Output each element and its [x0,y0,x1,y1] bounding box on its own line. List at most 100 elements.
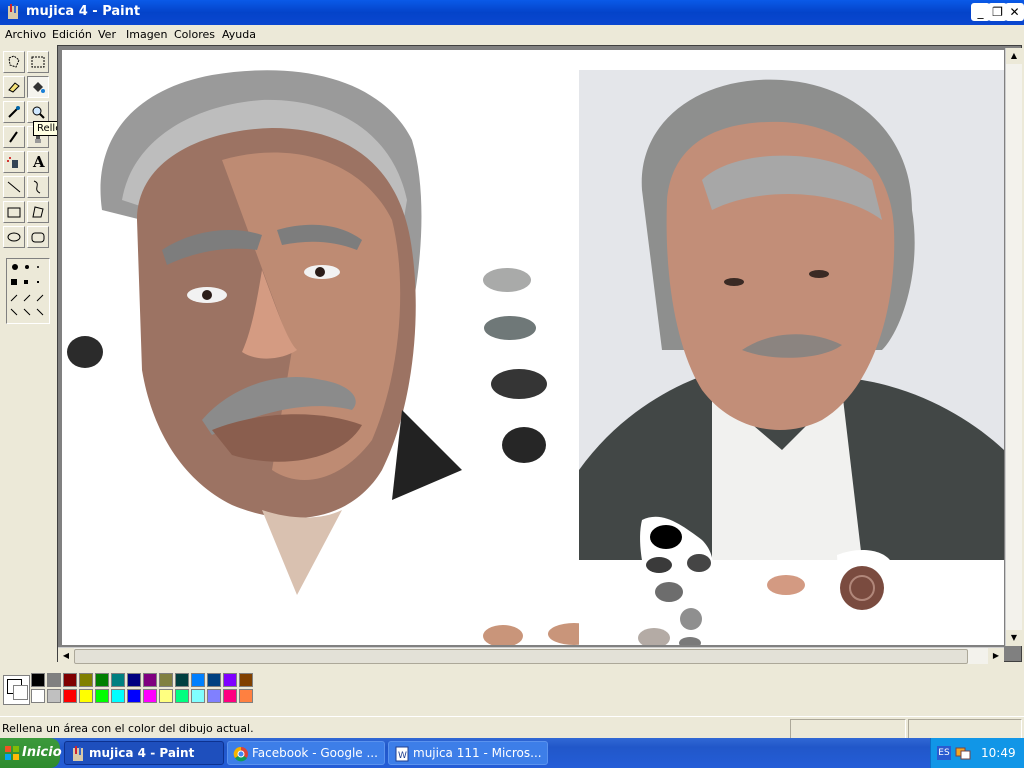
scroll-left-icon[interactable]: ◀ [58,648,74,664]
menu-colores[interactable]: Colores [174,28,215,41]
color-picker-icon [8,106,20,118]
horizontal-scrollbar[interactable]: ◀ ▶ [58,647,1004,664]
menu-ayuda[interactable]: Ayuda [222,28,256,41]
paint-blob [484,316,536,340]
color-swatch[interactable] [159,673,173,687]
tool-box: A [0,48,56,658]
paint-blob [767,575,805,595]
line-tool[interactable] [3,176,25,198]
rounded-rect-tool[interactable] [27,226,49,248]
paint-app-icon [73,746,83,761]
ellipse-tool[interactable] [3,226,25,248]
menu-archivo[interactable]: Archivo [5,28,46,41]
color-swatch[interactable] [79,673,93,687]
text-tool[interactable]: A [27,151,49,173]
color-swatch[interactable] [31,673,45,687]
status-text: Rellena un área con el color del dibujo … [2,722,254,735]
color-swatch[interactable] [191,689,205,703]
color-swatch[interactable] [95,689,109,703]
polygon-tool[interactable] [27,201,49,223]
rect-select-tool[interactable] [27,51,49,73]
color-swatch[interactable] [191,673,205,687]
scroll-down-icon[interactable]: ▼ [1006,630,1022,646]
color-swatch[interactable] [159,689,173,703]
pencil-tool[interactable] [3,126,25,148]
menu-bar: Archivo Edición Ver Imagen Colores Ayuda [0,25,1024,45]
paint-blob [67,336,103,368]
task-paint[interactable]: mujica 4 - Paint [64,741,224,765]
reference-photo [579,70,1004,560]
color-picker-tool[interactable] [3,101,25,123]
scroll-up-icon[interactable]: ▲ [1006,48,1022,64]
rectangle-icon [7,207,21,218]
status-size [908,719,1022,739]
start-button[interactable]: Inicio [0,738,62,768]
color-swatch[interactable] [127,673,141,687]
color-swatch[interactable] [239,673,253,687]
color-swatch[interactable] [127,689,141,703]
scroll-right-icon[interactable]: ▶ [988,648,1004,664]
paint-blob [483,268,531,292]
windows-logo-icon [5,746,19,760]
rounded-rect-icon [31,232,45,243]
color-swatch[interactable] [239,689,253,703]
menu-ver[interactable]: Ver [98,28,116,41]
rectangle-tool[interactable] [3,201,25,223]
paint-blob [502,427,546,463]
pencil-icon [9,131,18,143]
color-swatch[interactable] [31,689,45,703]
task-label: mujica 111 - Micros... [413,746,542,760]
color-swatch[interactable] [143,673,157,687]
color-swatch[interactable] [207,689,221,703]
color-swatch[interactable] [63,689,77,703]
paint-blob [491,369,547,399]
menu-imagen[interactable]: Imagen [126,28,167,41]
menu-edicion[interactable]: Edición [52,28,92,41]
color-swatch[interactable] [111,673,125,687]
polygon-icon [32,206,44,218]
color-swatch[interactable] [143,689,157,703]
color-swatch[interactable] [47,689,61,703]
line-icon [7,181,21,193]
fill-tool[interactable] [27,76,49,98]
eraser-tool[interactable] [3,76,25,98]
color-swatch[interactable] [47,673,61,687]
paint-blob [646,557,672,573]
color-swatch[interactable] [223,689,237,703]
horizontal-scroll-thumb[interactable] [74,649,968,664]
text-icon: A [33,153,45,171]
color-swatch[interactable] [223,673,237,687]
color-palette [0,664,1024,712]
color-swatch[interactable] [175,673,189,687]
brush-shapes[interactable] [7,259,49,323]
network-icon[interactable] [955,745,971,761]
airbrush-tool[interactable] [3,151,25,173]
curve-tool[interactable] [27,176,49,198]
background-color[interactable] [13,685,28,700]
system-tray: ES 10:49 [930,738,1024,768]
free-select-tool[interactable] [3,51,25,73]
eraser-icon [8,82,20,93]
language-badge[interactable]: ES [937,746,951,760]
tool-options-panel [6,258,50,324]
task-word[interactable]: W mujica 111 - Micros... [388,741,548,765]
task-chrome[interactable]: Facebook - Google ... [227,741,385,765]
color-swatch[interactable] [63,673,77,687]
color-swatch[interactable] [79,689,93,703]
magnifier-tool[interactable] [27,101,49,123]
color-swatch[interactable] [111,689,125,703]
clock: 10:49 [981,746,1016,760]
current-colors[interactable] [3,675,30,705]
color-swatch[interactable] [95,673,109,687]
portrait-illustration [100,70,462,595]
status-coords [790,719,906,739]
color-swatch[interactable] [207,673,221,687]
paint-blob [687,554,711,572]
vertical-scrollbar[interactable]: ▲ ▼ [1005,48,1022,646]
fill-icon [33,82,45,93]
drawing-canvas[interactable] [62,50,1004,645]
free-select-icon [8,55,20,68]
window-title: mujica 4 - Paint [26,4,141,19]
close-button[interactable]: ✕ [1005,3,1024,21]
color-swatch[interactable] [175,689,189,703]
